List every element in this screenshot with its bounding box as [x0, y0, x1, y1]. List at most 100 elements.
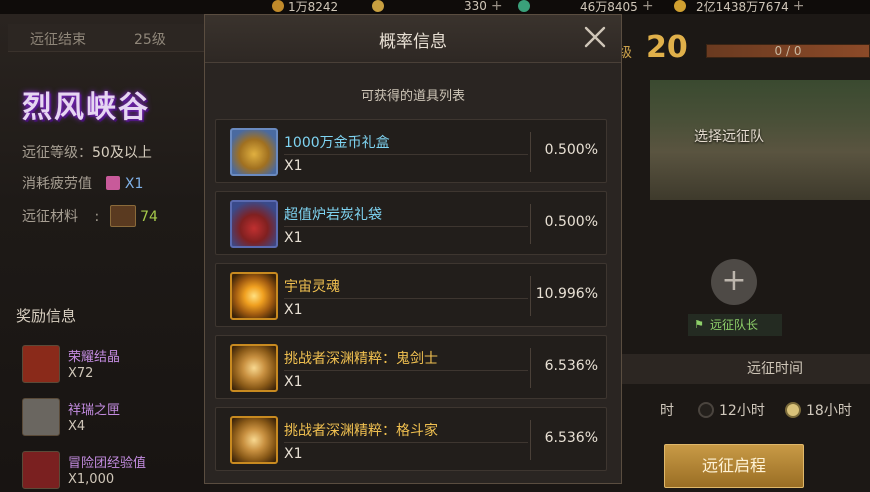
- required-level: 远征等级：50及以上: [22, 142, 152, 162]
- required-level-value: 50及以上: [92, 145, 152, 161]
- radio-selected-icon: [785, 402, 801, 418]
- exp-scroll-icon: [22, 451, 60, 489]
- currency-coin: 2亿1438万7674 +: [674, 0, 804, 14]
- potion-icon: [106, 176, 121, 190]
- status-level: 25级: [134, 32, 166, 48]
- reward-name: 冒险团经验值: [68, 456, 147, 471]
- list-item[interactable]: 宇宙灵魂 X1 10.996%: [215, 263, 607, 327]
- item-divider: [284, 154, 528, 155]
- probability-modal: 概率信息 可获得的道具列表 1000万金币礼盒 X1 0.500% 超值炉岩炭礼…: [204, 14, 622, 484]
- reward-name: 祥瑞之匣: [68, 403, 121, 418]
- start-expedition-button[interactable]: 远征启程: [664, 444, 804, 488]
- item-qty: X1: [284, 446, 303, 462]
- currency-value: 46万8405: [580, 0, 638, 14]
- time-option-label: 时: [660, 403, 674, 419]
- reward-qty: X72: [68, 366, 94, 381]
- currency-ticket: 330 +: [372, 0, 503, 14]
- list-item[interactable]: 挑战者深渊精粹：鬼剑士 X1 6.536%: [215, 335, 607, 399]
- status-end: 远征结束: [30, 32, 86, 48]
- item-divider: [284, 298, 528, 299]
- fatigue-cost: 消耗疲劳值 X1: [22, 173, 143, 193]
- add-gem-button[interactable]: +: [642, 0, 654, 14]
- reward-item[interactable]: 祥瑞之匣 X4: [22, 396, 212, 440]
- currency-gem: 46万8405 +: [518, 0, 654, 14]
- material-icon: [109, 205, 136, 227]
- expedition-material: 远征材料 : 74: [22, 205, 158, 227]
- item-list-title: 可获得的道具列表: [360, 89, 465, 104]
- reward-qty: X4: [68, 419, 86, 434]
- radio-icon: [698, 402, 714, 418]
- coin-icon: [674, 0, 686, 12]
- close-button[interactable]: [583, 25, 607, 49]
- reward-name: 荣耀结晶: [68, 350, 121, 365]
- abyss-essence-icon: [230, 344, 278, 392]
- reward-item[interactable]: 荣耀结晶 X72: [22, 343, 212, 387]
- item-name: 挑战者深渊精粹：鬼剑士: [284, 351, 438, 367]
- item-qty: X1: [284, 158, 303, 174]
- flag-icon: ⚑: [694, 318, 704, 331]
- add-member-button[interactable]: +: [711, 259, 757, 305]
- currency-value: 330: [464, 0, 487, 13]
- column-divider: [530, 348, 531, 388]
- gift-bag-icon: [230, 200, 278, 248]
- add-ticket-button[interactable]: +: [491, 0, 503, 14]
- reward-item[interactable]: 冒险团经验值 X1,000: [22, 449, 212, 492]
- column-divider: [530, 276, 531, 316]
- currency-value: 2亿1438万7674: [696, 0, 789, 14]
- item-probability: 6.536%: [544, 358, 598, 374]
- trophy-icon: [22, 345, 60, 383]
- time-option[interactable]: 12小时: [698, 400, 765, 420]
- leader-label: 远征队长: [710, 318, 759, 332]
- column-divider: [530, 204, 531, 244]
- box-icon: [22, 398, 60, 436]
- item-divider: [284, 370, 528, 371]
- gold-coin-icon: [272, 0, 284, 12]
- list-item[interactable]: 超值炉岩炭礼袋 X1 0.500%: [215, 191, 607, 255]
- fatigue-value: X1: [124, 176, 144, 192]
- item-probability: 10.996%: [535, 286, 598, 302]
- status-row: 远征结束 25级: [8, 24, 208, 52]
- select-team-label[interactable]: 选择远征队: [694, 126, 764, 146]
- abyss-essence-icon: [230, 416, 278, 464]
- time-title: 远征时间: [620, 354, 870, 384]
- item-name: 挑战者深渊精粹：格斗家: [284, 423, 438, 439]
- progress-text: 0 / 0: [774, 44, 802, 58]
- item-probability: 6.536%: [544, 430, 598, 446]
- reward-title: 奖励信息: [16, 307, 77, 325]
- item-divider: [284, 442, 528, 443]
- item-probability: 0.500%: [544, 214, 598, 230]
- item-qty: X1: [284, 230, 303, 246]
- modal-header: 概率信息: [205, 15, 621, 63]
- item-probability: 0.500%: [544, 142, 598, 158]
- item-name: 1000万金币礼盒: [284, 135, 390, 151]
- currency-value: 1万8242: [288, 0, 339, 14]
- gem-icon: [518, 0, 530, 12]
- currency-gold-coin: 1万8242: [272, 0, 338, 14]
- ticket-icon: [372, 0, 384, 12]
- item-name: 超值炉岩炭礼袋: [284, 207, 382, 223]
- exp-progress-bar: 0 / 0: [706, 44, 870, 58]
- time-option[interactable]: 时: [660, 400, 674, 420]
- material-colon: :: [94, 209, 100, 225]
- stage-title: 烈风峡谷: [22, 90, 150, 125]
- material-label: 远征材料: [22, 209, 78, 225]
- time-option-label: 12小时: [719, 403, 765, 419]
- gold-chest-icon: [230, 128, 278, 176]
- list-item[interactable]: 1000万金币礼盒 X1 0.500%: [215, 119, 607, 183]
- list-item[interactable]: 挑战者深渊精粹：格斗家 X1 6.536%: [215, 407, 607, 471]
- item-name: 宇宙灵魂: [284, 279, 340, 295]
- currency-bar: 1万8242 330 + 46万8405 + 2亿1438万7674 +: [0, 0, 870, 14]
- time-option-selected[interactable]: 18小时: [785, 400, 852, 420]
- time-option-label: 18小时: [806, 403, 852, 419]
- add-coin-button[interactable]: +: [793, 0, 805, 14]
- column-divider: [530, 132, 531, 172]
- required-level-label: 远征等级：: [22, 145, 92, 161]
- modal-title: 概率信息: [379, 32, 447, 52]
- fatigue-label: 消耗疲劳值: [22, 176, 92, 192]
- material-value: 74: [140, 209, 158, 225]
- reward-qty: X1,000: [68, 472, 115, 487]
- item-divider: [284, 226, 528, 227]
- column-divider: [530, 420, 531, 460]
- item-qty: X1: [284, 302, 303, 318]
- item-qty: X1: [284, 374, 303, 390]
